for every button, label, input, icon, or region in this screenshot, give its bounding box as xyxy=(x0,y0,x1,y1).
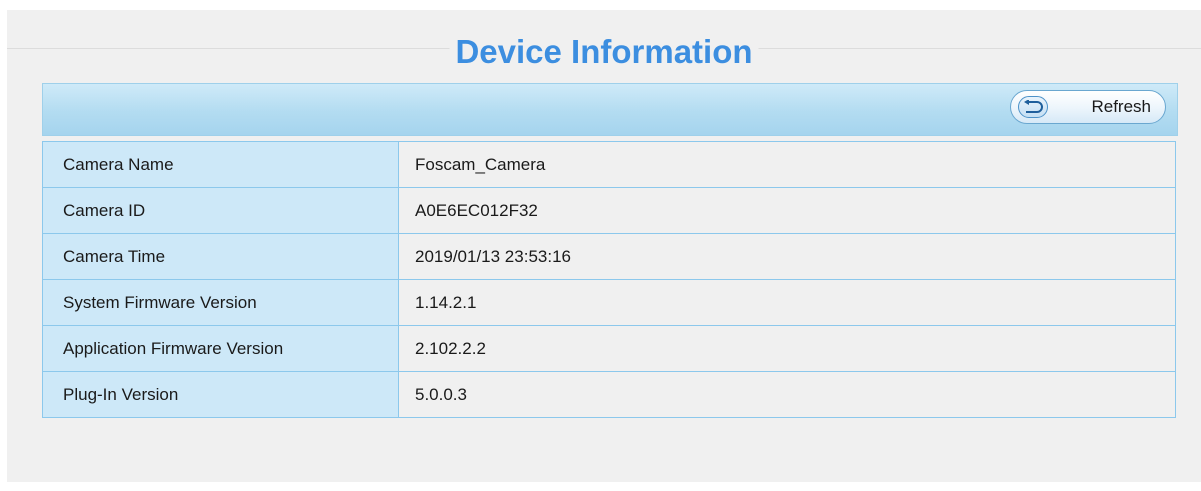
device-info-table: Camera Name Foscam_Camera Camera ID A0E6… xyxy=(42,141,1176,418)
title-row: Device Information xyxy=(7,10,1201,86)
table-row: Camera Time 2019/01/13 23:53:16 xyxy=(42,233,1176,280)
row-label: Camera Name xyxy=(42,141,399,188)
row-value: 5.0.0.3 xyxy=(398,371,1176,418)
row-label: Plug-In Version xyxy=(42,371,399,418)
device-info-panel: Device Information Refresh Camera Name F… xyxy=(7,10,1201,482)
row-value: Foscam_Camera xyxy=(398,141,1176,188)
table-row: Camera Name Foscam_Camera xyxy=(42,141,1176,188)
refresh-button-label: Refresh xyxy=(1091,97,1151,116)
row-value: 1.14.2.1 xyxy=(398,279,1176,326)
table-row: Application Firmware Version 2.102.2.2 xyxy=(42,325,1176,372)
undo-arrow-icon xyxy=(1018,96,1048,118)
table-row: System Firmware Version 1.14.2.1 xyxy=(42,279,1176,326)
page-title: Device Information xyxy=(449,32,759,72)
row-label: Camera ID xyxy=(42,187,399,234)
row-value: 2019/01/13 23:53:16 xyxy=(398,233,1176,280)
row-value: 2.102.2.2 xyxy=(398,325,1176,372)
row-label: System Firmware Version xyxy=(42,279,399,326)
refresh-button[interactable]: Refresh xyxy=(1010,90,1166,124)
table-row: Camera ID A0E6EC012F32 xyxy=(42,187,1176,234)
row-value: A0E6EC012F32 xyxy=(398,187,1176,234)
toolbar: Refresh xyxy=(42,83,1178,136)
row-label: Camera Time xyxy=(42,233,399,280)
row-label: Application Firmware Version xyxy=(42,325,399,372)
table-row: Plug-In Version 5.0.0.3 xyxy=(42,371,1176,418)
